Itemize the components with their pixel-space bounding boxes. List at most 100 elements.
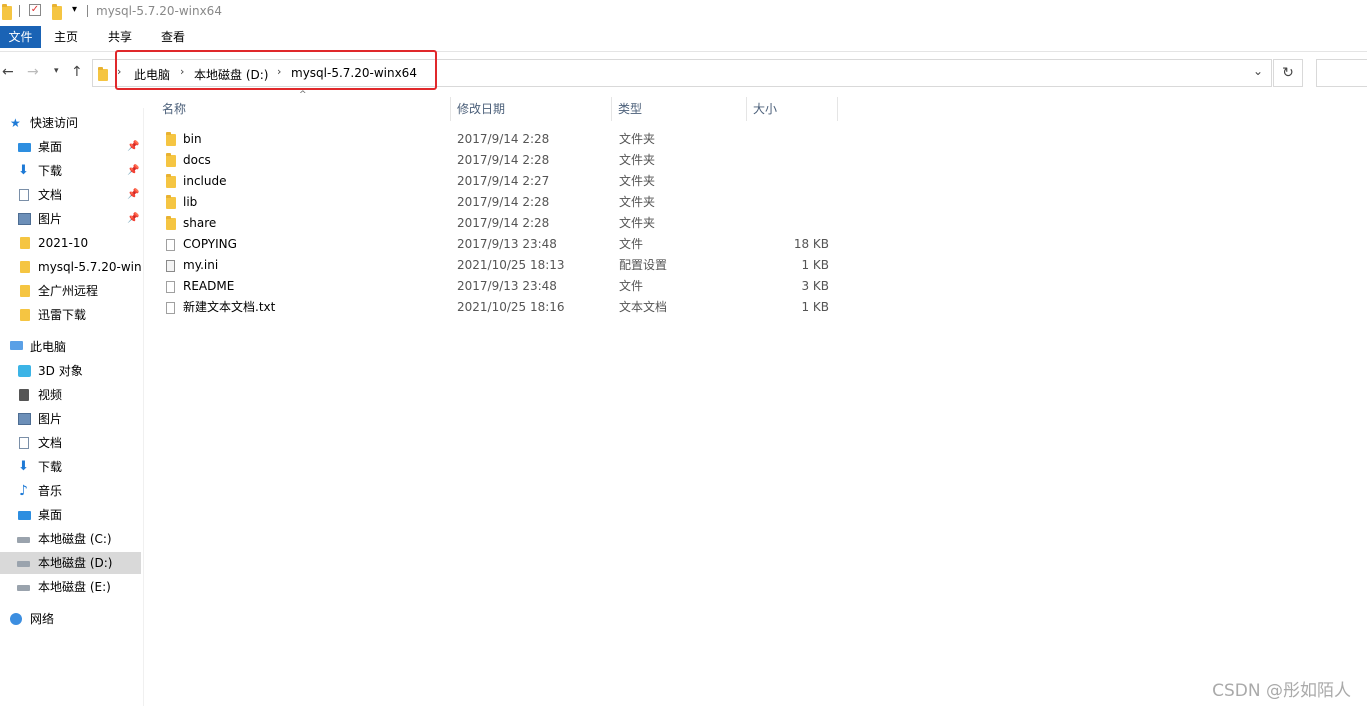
sidebar-item-downloads-pc[interactable]: ⬇ 下载: [0, 456, 141, 478]
file-size: 1 KB: [801, 300, 829, 314]
sidebar-item-label: 图片: [38, 412, 63, 426]
sidebar-item-music[interactable]: ♪ 音乐: [0, 480, 141, 502]
folder-icon: [20, 285, 30, 297]
column-header-type[interactable]: 类型: [612, 97, 747, 121]
table-row[interactable]: docs 2017/9/14 2:28 文件夹: [160, 150, 840, 171]
sidebar-item-label: mysql-5.7.20-winx: [38, 260, 141, 274]
sidebar-item-label: 本地磁盘 (E:): [38, 580, 111, 594]
music-icon: ♪: [19, 483, 28, 499]
download-icon: ⬇: [18, 459, 29, 474]
sidebar-item-drive-c[interactable]: 本地磁盘 (C:): [0, 528, 141, 550]
file-date: 2017/9/13 23:48: [457, 279, 557, 293]
sidebar-item-desktop-pc[interactable]: 桌面: [0, 504, 141, 526]
pin-icon[interactable]: 📌: [127, 208, 139, 230]
folder-icon: [98, 67, 108, 81]
separator: [87, 5, 88, 17]
title-bar: ✓ ▾ mysql-5.7.20-winx64: [0, 0, 1367, 24]
file-name: README: [183, 279, 235, 293]
sidebar-item-2021-10[interactable]: 2021-10: [0, 232, 141, 254]
address-bar[interactable]: › 此电脑 › 本地磁盘 (D:) › mysql-5.7.20-winx64 …: [92, 59, 1272, 87]
sidebar-item-label: 下载: [38, 164, 63, 178]
sidebar-item-3d-objects[interactable]: 3D 对象: [0, 360, 141, 382]
sidebar-item-pictures[interactable]: 图片 📌: [0, 208, 141, 230]
drive-c-icon: [17, 537, 30, 543]
up-arrow-icon[interactable]: ↑: [71, 64, 83, 80]
sidebar-item-this-pc[interactable]: 此电脑: [0, 336, 141, 358]
properties-check-icon[interactable]: ✓: [29, 4, 41, 16]
table-row[interactable]: include 2017/9/14 2:27 文件夹: [160, 171, 840, 192]
table-row[interactable]: README 2017/9/13 23:48 文件 3 KB: [160, 276, 840, 297]
sidebar-item-documents-pc[interactable]: 文档: [0, 432, 141, 454]
sidebar-item-label: 快速访问: [30, 116, 79, 130]
tab-home[interactable]: 主页: [54, 26, 78, 48]
folder-icon: [166, 132, 176, 146]
sidebar-item-guangzhou-remote[interactable]: 全广州远程: [0, 280, 141, 302]
sidebar-item-xunlei-downloads[interactable]: 迅雷下载: [0, 304, 141, 326]
sidebar-item-drive-e[interactable]: 本地磁盘 (E:): [0, 576, 141, 598]
file-date: 2021/10/25 18:13: [457, 258, 565, 272]
column-header-date-modified[interactable]: 修改日期: [451, 97, 612, 121]
tab-file[interactable]: 文件: [0, 26, 41, 48]
folder-icon: [166, 195, 176, 209]
forward-arrow-icon[interactable]: →: [27, 64, 39, 80]
watermark: CSDN @彤如陌人: [1212, 681, 1351, 701]
file-type: 文本文档: [619, 300, 668, 314]
sidebar-item-desktop[interactable]: 桌面 📌: [0, 136, 141, 158]
file-size: 18 KB: [793, 237, 829, 251]
table-row[interactable]: my.ini 2021/10/25 18:13 配置设置 1 KB: [160, 255, 840, 276]
file-type: 文件: [619, 237, 644, 251]
chevron-right-icon[interactable]: ›: [277, 65, 281, 78]
sidebar-item-label: 3D 对象: [38, 364, 83, 378]
tab-share[interactable]: 共享: [108, 26, 132, 48]
table-row[interactable]: bin 2017/9/14 2:28 文件夹: [160, 129, 840, 150]
customize-dropdown-icon[interactable]: ▾: [72, 4, 77, 18]
pin-icon[interactable]: 📌: [127, 136, 139, 158]
new-folder-icon[interactable]: [52, 4, 62, 20]
file-date: 2017/9/14 2:28: [457, 132, 550, 146]
breadcrumb-current-folder[interactable]: mysql-5.7.20-winx64: [291, 66, 417, 80]
sidebar-item-network[interactable]: 网络: [0, 608, 141, 630]
star-icon: ★: [10, 116, 21, 130]
sidebar-item-downloads[interactable]: ⬇ 下载 📌: [0, 160, 141, 182]
table-row[interactable]: lib 2017/9/14 2:28 文件夹: [160, 192, 840, 213]
refresh-button[interactable]: ↻: [1273, 59, 1303, 87]
folder-icon: [2, 4, 12, 20]
sidebar-item-quick-access[interactable]: ★ 快速访问: [0, 112, 141, 134]
breadcrumb-drive-d[interactable]: 本地磁盘 (D:): [194, 66, 268, 83]
file-icon: [166, 239, 175, 251]
recent-locations-chevron-icon[interactable]: ▾: [54, 66, 59, 76]
folder-icon: [20, 309, 30, 321]
tab-view[interactable]: 查看: [161, 26, 185, 48]
sidebar-item-label: 视频: [38, 388, 63, 402]
sidebar-item-mysql[interactable]: mysql-5.7.20-winx: [0, 256, 141, 278]
file-name: include: [183, 174, 227, 188]
table-row[interactable]: share 2017/9/14 2:28 文件夹: [160, 213, 840, 234]
sidebar-item-drive-d[interactable]: 本地磁盘 (D:): [0, 552, 141, 574]
3d-objects-icon: [18, 365, 31, 377]
sidebar-item-pictures-pc[interactable]: 图片: [0, 408, 141, 430]
file-date: 2017/9/14 2:27: [457, 174, 550, 188]
chevron-down-icon[interactable]: ⌄: [1253, 64, 1263, 78]
download-icon: ⬇: [18, 163, 29, 178]
table-row[interactable]: COPYING 2017/9/13 23:48 文件 18 KB: [160, 234, 840, 255]
pictures-icon: [18, 413, 31, 425]
video-icon: [19, 389, 29, 401]
sidebar-item-videos[interactable]: 视频: [0, 384, 141, 406]
column-header-name[interactable]: 名称: [156, 97, 451, 121]
file-name: 新建文本文档.txt: [183, 300, 276, 314]
sidebar-item-documents[interactable]: 文档 📌: [0, 184, 141, 206]
pin-icon[interactable]: 📌: [127, 160, 139, 182]
column-header-size[interactable]: 大小: [747, 97, 838, 121]
file-type: 文件夹: [619, 195, 656, 209]
chevron-right-icon[interactable]: ›: [117, 65, 121, 78]
folder-icon: [20, 261, 30, 273]
file-type: 文件: [619, 279, 644, 293]
chevron-right-icon[interactable]: ›: [180, 65, 184, 78]
sidebar-item-label: 文档: [38, 188, 63, 202]
table-row[interactable]: 新建文本文档.txt 2021/10/25 18:16 文本文档 1 KB: [160, 297, 840, 318]
search-input[interactable]: [1316, 59, 1367, 87]
pin-icon[interactable]: 📌: [127, 184, 139, 206]
sidebar-item-label: 网络: [30, 612, 55, 626]
back-arrow-icon[interactable]: ←: [2, 64, 14, 80]
breadcrumb-this-pc[interactable]: 此电脑: [134, 66, 170, 83]
